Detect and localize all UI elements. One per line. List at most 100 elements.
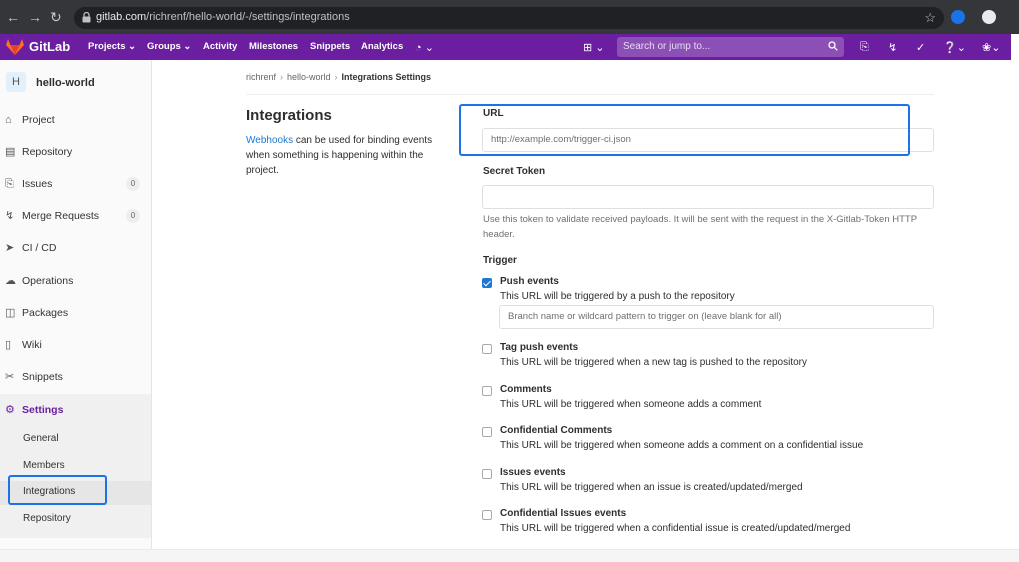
confidential-issues-events-desc: This URL will be triggered when a confid… — [500, 523, 851, 534]
sidebar-item-issues[interactable]: ⎘ Issues 0 — [0, 173, 151, 197]
gear-icon: ⚙ — [5, 404, 15, 416]
profile-avatar-icon[interactable] — [982, 10, 996, 24]
secret-token-help: Use this token to validate received payl… — [483, 214, 917, 240]
window-bottom-edge — [0, 549, 1019, 562]
sidebar-item-ci-cd[interactable]: ➤ CI / CD — [0, 237, 151, 261]
webhooks-link[interactable]: Webhooks — [246, 135, 293, 146]
page-title: Integrations — [246, 107, 332, 124]
merge-requests-nav-icon[interactable]: ↯ — [888, 41, 897, 54]
sidebar-item-label: Operations — [22, 275, 74, 287]
tag-push-events-checkbox[interactable] — [482, 344, 492, 354]
rocket-icon: ➤ — [5, 242, 15, 254]
confidential-issues-events-title: Confidential Issues events — [500, 508, 627, 519]
sidebar-item-snippets[interactable]: ✂ Snippets — [0, 366, 151, 390]
issues-events-title: Issues events — [500, 467, 566, 478]
home-icon: ⌂ — [5, 114, 12, 126]
search-input[interactable]: Search or jump to... — [617, 37, 844, 57]
sidebar-item-label: Settings — [22, 404, 64, 416]
gitlab-navbar: GitLab Projects ⌄ Groups ⌄ Activity Mile… — [0, 34, 1011, 60]
address-bar[interactable]: gitlab.com/richrenf/hello-world/-/settin… — [74, 7, 944, 29]
breadcrumb-divider — [246, 94, 934, 95]
project-avatar[interactable]: H — [6, 72, 26, 92]
gitlab-logo-icon[interactable] — [6, 39, 24, 55]
trigger-label: Trigger — [483, 255, 517, 266]
back-icon[interactable]: ← — [6, 9, 20, 25]
nav-activity[interactable]: Activity — [203, 41, 237, 52]
brand-name[interactable]: GitLab — [29, 39, 70, 54]
nav-milestones[interactable]: Milestones — [249, 41, 298, 52]
sidebar-item-merge-requests[interactable]: ↯ Merge Requests 0 — [0, 205, 151, 229]
nav-groups-label: Groups — [147, 41, 181, 52]
merge-requests-count-badge: 0 — [126, 209, 140, 223]
comments-desc: This URL will be triggered when someone … — [500, 399, 762, 410]
page-description: Webhooks can be used for binding events … — [246, 133, 451, 178]
sidebar-item-project[interactable]: ⌂ Project — [0, 109, 151, 133]
sidebar-sub-general[interactable]: General — [0, 428, 151, 452]
breadcrumb-project[interactable]: hello-world — [287, 72, 331, 82]
breadcrumb: richrenf › hello-world › Integrations Settin… — [246, 72, 431, 82]
book-icon: ▯ — [5, 339, 12, 351]
address-url: gitlab.com/richrenf/hello-world/-/settin… — [96, 11, 350, 23]
nav-groups[interactable]: Groups ⌄ — [147, 41, 191, 52]
sidebar-sub-label: Members — [23, 460, 65, 471]
url-highlight-box — [459, 104, 910, 156]
sidebar-item-settings[interactable]: ⚙ Settings — [0, 394, 151, 426]
issues-nav-icon[interactable]: ⎘ — [860, 41, 869, 54]
sidebar-sub-repository[interactable]: Repository — [0, 508, 151, 532]
issues-icon: ⎘ — [5, 178, 14, 190]
sidebar-item-label: Project — [22, 114, 55, 126]
sidebar-sub-label: General — [23, 433, 59, 444]
secret-token-label: Secret Token — [483, 166, 546, 177]
push-events-title: Push events — [500, 276, 559, 287]
breadcrumb-owner[interactable]: richrenf — [246, 72, 276, 82]
package-icon: ◫ — [5, 307, 16, 319]
breadcrumb-separator-icon: › — [334, 72, 338, 82]
confidential-comments-desc: This URL will be triggered when someone … — [500, 440, 864, 451]
scissors-icon: ✂ — [5, 371, 15, 383]
sidebar-item-label: Repository — [22, 146, 73, 158]
cloud-icon: ☁ — [5, 275, 16, 287]
branch-filter-input[interactable]: Branch name or wildcard pattern to trigg… — [499, 305, 934, 329]
breadcrumb-current[interactable]: Integrations Settings — [342, 72, 432, 82]
confidential-comments-title: Confidential Comments — [500, 425, 613, 436]
sidebar-item-label: Packages — [22, 307, 69, 319]
tag-push-events-desc: This URL will be triggered when a new ta… — [500, 357, 808, 368]
forward-icon[interactable]: → — [28, 9, 42, 25]
todos-nav-icon[interactable]: ✓ — [916, 41, 925, 54]
sidebar-item-label: Snippets — [22, 371, 63, 383]
url-path: /richrenf/hello-world/-/settings/integra… — [146, 11, 350, 23]
nav-projects[interactable]: Projects ⌄ — [88, 41, 136, 52]
search-placeholder: Search or jump to... — [623, 41, 711, 52]
sidebar-item-label: Wiki — [22, 339, 42, 351]
search-icon — [828, 41, 838, 51]
secret-token-input[interactable] — [482, 185, 934, 209]
new-item-icon[interactable]: ⊞ ⌄ — [583, 41, 605, 54]
help-icon[interactable]: ❔⌄ — [943, 41, 966, 54]
push-events-desc: This URL will be triggered by a push to … — [500, 291, 735, 302]
sidebar-item-repository[interactable]: ▤ Repository — [0, 141, 151, 165]
nav-analytics[interactable]: Analytics — [361, 41, 403, 52]
sidebar-item-label: Merge Requests — [22, 210, 100, 222]
url-host: gitlab.com — [96, 11, 147, 23]
confidential-issues-events-checkbox[interactable] — [482, 510, 492, 520]
lock-icon — [82, 12, 91, 23]
sidebar-item-wiki[interactable]: ▯ Wiki — [0, 334, 151, 358]
admin-gauge-icon[interactable]: ◔ ⌄ — [415, 41, 434, 54]
bookmark-star-icon[interactable]: ☆ — [924, 10, 936, 26]
repository-icon: ▤ — [5, 146, 16, 158]
sidebar-item-packages[interactable]: ◫ Packages — [0, 302, 151, 326]
confidential-comments-checkbox[interactable] — [482, 427, 492, 437]
push-events-checkbox[interactable] — [482, 278, 492, 288]
comments-checkbox[interactable] — [482, 386, 492, 396]
sidebar-sub-label: Repository — [23, 513, 71, 524]
merge-request-icon: ↯ — [5, 210, 15, 222]
sidebar-item-label: Issues — [22, 178, 53, 190]
extension-icon[interactable] — [951, 10, 965, 24]
project-name[interactable]: hello-world — [36, 77, 95, 89]
sidebar-item-operations[interactable]: ☁ Operations — [0, 270, 151, 294]
issues-events-checkbox[interactable] — [482, 469, 492, 479]
nav-snippets[interactable]: Snippets — [310, 41, 350, 52]
reload-icon[interactable]: ↻ — [50, 9, 62, 25]
user-avatar-icon[interactable]: ❀⌄ — [982, 41, 1000, 54]
comments-title: Comments — [500, 384, 552, 395]
